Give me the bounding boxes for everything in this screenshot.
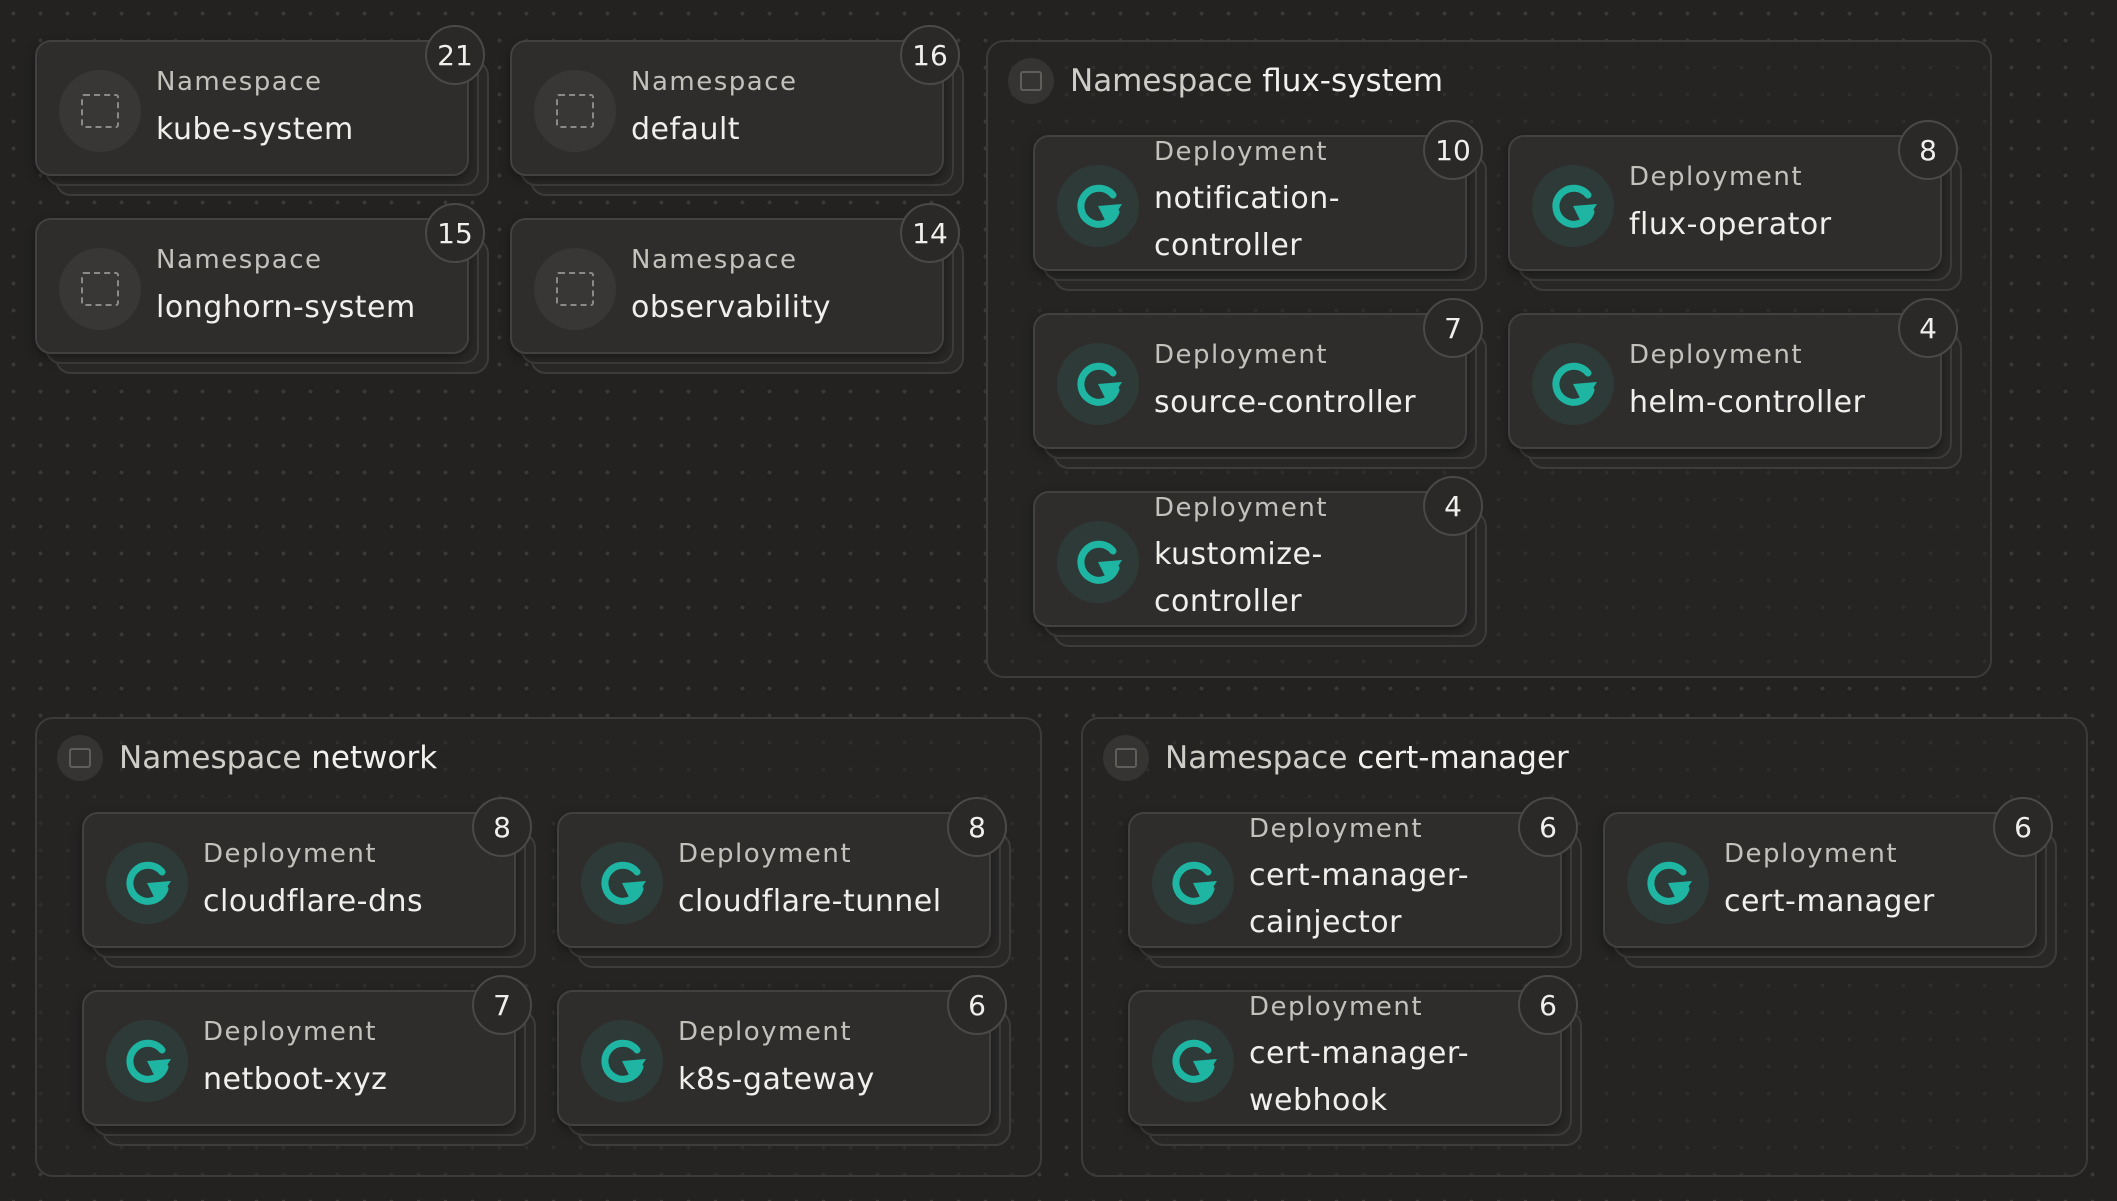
namespace-card-default[interactable]: Namespace default 16 (510, 25, 964, 196)
namespace-icon (534, 70, 616, 152)
card-name: source-controller (1154, 385, 1417, 420)
namespace-icon (534, 248, 616, 330)
card-name: kube-system (156, 112, 354, 147)
deployment-card-cloudflare-dns[interactable]: Deployment cloudflare-dns 8 (82, 797, 536, 968)
card-kind: Namespace (156, 245, 323, 275)
deployment-refresh-icon (1057, 165, 1139, 247)
namespace-icon (59, 70, 141, 152)
deployment-card-helm-controller[interactable]: Deployment helm-controller 4 (1508, 298, 1962, 469)
card-name: observability (631, 290, 832, 325)
card-name: kustomize-controller (1154, 537, 1323, 619)
deployment-refresh-icon (1627, 842, 1709, 924)
card-kind: Deployment (678, 839, 853, 869)
count-badge: 6 (1993, 797, 2053, 857)
card-kind: Deployment (1154, 493, 1329, 523)
deployment-card-cloudflare-tunnel[interactable]: Deployment cloudflare-tunnel 8 (557, 797, 1011, 968)
deployment-refresh-icon (1152, 1020, 1234, 1102)
card-kind: Namespace (631, 67, 798, 97)
deployment-refresh-icon (581, 1020, 663, 1102)
deployment-refresh-icon (1057, 521, 1139, 603)
deployment-refresh-icon (1057, 343, 1139, 425)
card-kind: Deployment (1629, 162, 1804, 192)
card-name: cloudflare-tunnel (678, 884, 942, 919)
namespace-card-observability[interactable]: Namespace observability 14 (510, 203, 964, 374)
count-badge: 8 (947, 797, 1007, 857)
deployment-refresh-icon (106, 842, 188, 924)
deployment-card-kustomize-controller[interactable]: Deployment kustomize-controller 4 (1033, 476, 1487, 647)
card-name: cert-manager-cainjector (1249, 858, 1470, 940)
deployment-card-cert-manager[interactable]: Deployment cert-manager 6 (1603, 797, 2057, 968)
card-kind: Deployment (1249, 814, 1424, 844)
deployment-refresh-icon (106, 1020, 188, 1102)
count-badge: 14 (900, 203, 960, 263)
count-badge: 6 (1518, 797, 1578, 857)
count-badge: 6 (1518, 975, 1578, 1035)
count-badge: 16 (900, 25, 960, 85)
group-square-icon (1103, 735, 1149, 781)
card-name: notification-controller (1154, 181, 1341, 263)
group-square-icon (57, 735, 103, 781)
deployment-card-notification-controller[interactable]: Deployment notification-controller 10 (1033, 120, 1487, 291)
namespace-card-kube-system[interactable]: Namespace kube-system 21 (35, 25, 489, 196)
group-square-icon (1008, 58, 1054, 104)
count-badge: 6 (947, 975, 1007, 1035)
count-badge: 7 (1423, 298, 1483, 358)
card-name: default (631, 112, 741, 147)
card-name: cert-manager (1724, 884, 1935, 919)
card-kind: Deployment (1154, 340, 1329, 370)
card-name: cert-manager-webhook (1249, 1036, 1470, 1118)
namespace-card-longhorn-system[interactable]: Namespace longhorn-system 15 (35, 203, 489, 374)
graph-canvas[interactable]: Namespace kube-system 21 Namespace defau… (0, 0, 2117, 1201)
card-kind: Deployment (1154, 137, 1329, 167)
deployment-card-cert-manager-cainjector[interactable]: Deployment cert-manager-cainjector 6 (1128, 797, 1582, 968)
deployment-card-flux-operator[interactable]: Deployment flux-operator 8 (1508, 120, 1962, 291)
deployment-card-source-controller[interactable]: Deployment source-controller 7 (1033, 298, 1487, 469)
card-kind: Deployment (203, 1017, 378, 1047)
group-title: Namespace cert-manager (1165, 740, 1569, 776)
count-badge: 8 (472, 797, 532, 857)
card-name: flux-operator (1629, 207, 1832, 242)
deployment-refresh-icon (1532, 165, 1614, 247)
card-kind: Namespace (631, 245, 798, 275)
card-kind: Deployment (203, 839, 378, 869)
card-kind: Deployment (1629, 340, 1804, 370)
deployment-refresh-icon (581, 842, 663, 924)
card-name: cloudflare-dns (203, 884, 424, 919)
deployment-refresh-icon (1152, 842, 1234, 924)
card-name: longhorn-system (156, 290, 416, 325)
card-name: helm-controller (1629, 385, 1866, 420)
deployment-refresh-icon (1532, 343, 1614, 425)
count-badge: 10 (1423, 120, 1483, 180)
count-badge: 4 (1898, 298, 1958, 358)
card-name: k8s-gateway (678, 1062, 875, 1097)
count-badge: 4 (1423, 476, 1483, 536)
group-title: Namespace flux-system (1070, 63, 1444, 99)
deployment-card-k8s-gateway[interactable]: Deployment k8s-gateway 6 (557, 975, 1011, 1146)
namespace-icon (59, 248, 141, 330)
group-title: Namespace network (119, 740, 438, 776)
card-kind: Deployment (678, 1017, 853, 1047)
card-kind: Namespace (156, 67, 323, 97)
count-badge: 15 (425, 203, 485, 263)
card-name: netboot-xyz (203, 1062, 388, 1097)
card-kind: Deployment (1249, 992, 1424, 1022)
deployment-card-netboot-xyz[interactable]: Deployment netboot-xyz 7 (82, 975, 536, 1146)
count-badge: 21 (425, 25, 485, 85)
deployment-card-cert-manager-webhook[interactable]: Deployment cert-manager-webhook 6 (1128, 975, 1582, 1146)
count-badge: 8 (1898, 120, 1958, 180)
count-badge: 7 (472, 975, 532, 1035)
card-kind: Deployment (1724, 839, 1899, 869)
